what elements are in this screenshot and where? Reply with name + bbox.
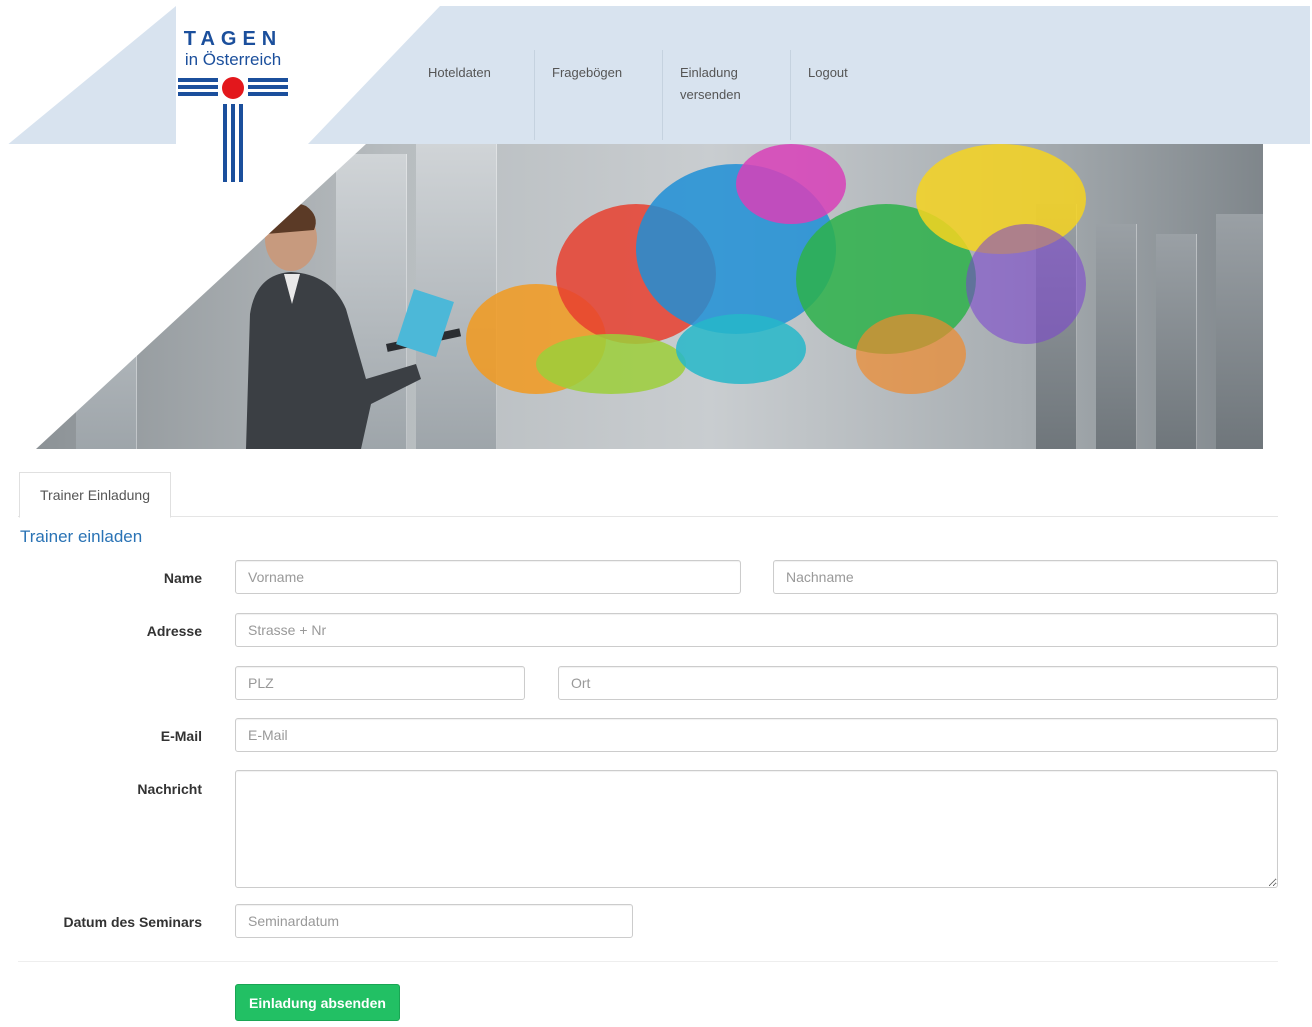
tab-trainer-einladung[interactable]: Trainer Einladung — [19, 472, 171, 518]
paint-splash — [966, 224, 1086, 344]
nav-item-hoteldaten[interactable]: Hoteldaten — [400, 50, 528, 140]
strasse-input[interactable] — [235, 613, 1278, 647]
name-label: Name — [163, 570, 202, 586]
nachname-input[interactable] — [773, 560, 1278, 594]
adresse-label: Adresse — [146, 623, 202, 639]
email-label: E-Mail — [160, 728, 202, 744]
einladung-absenden-button[interactable]: Einladung absenden — [235, 984, 400, 1021]
nav-label: Einladung versenden — [680, 65, 741, 102]
email-input[interactable] — [235, 718, 1278, 752]
hero-building — [1096, 224, 1137, 449]
paint-splash — [676, 314, 806, 384]
nav-label: Fragebögen — [552, 65, 623, 80]
logo-subtitle: in Österreich — [184, 50, 282, 69]
paint-splash — [536, 334, 686, 394]
logo-emblem-icon — [178, 77, 288, 182]
tab-bar: Trainer Einladung — [18, 470, 1278, 518]
paint-splash — [856, 314, 966, 394]
ort-input[interactable] — [558, 666, 1278, 700]
datum-label: Datum des Seminars — [63, 914, 203, 930]
nachricht-label: Nachricht — [137, 781, 202, 797]
form-title: Trainer einladen — [20, 527, 143, 546]
logo-title: TAGEN — [183, 28, 283, 50]
vorname-input[interactable] — [235, 560, 741, 594]
nav-item-frageboegen[interactable]: Fragebögen — [534, 50, 663, 140]
seminardatum-input[interactable] — [235, 904, 633, 938]
nav-label: Logout — [808, 65, 848, 80]
brand-logo[interactable]: TAGEN in Österreich — [176, 28, 290, 183]
plz-input[interactable] — [235, 666, 525, 700]
nachricht-textarea[interactable] — [235, 770, 1278, 888]
nav-item-einladung-versenden[interactable]: Einladung versenden — [662, 50, 791, 140]
hero-building — [1156, 234, 1197, 449]
nav-label: Hoteldaten — [428, 65, 491, 80]
paint-splash — [736, 144, 846, 224]
form-divider — [18, 961, 1278, 962]
nav-item-logout[interactable]: Logout — [790, 50, 919, 140]
hero-building — [1216, 214, 1263, 449]
